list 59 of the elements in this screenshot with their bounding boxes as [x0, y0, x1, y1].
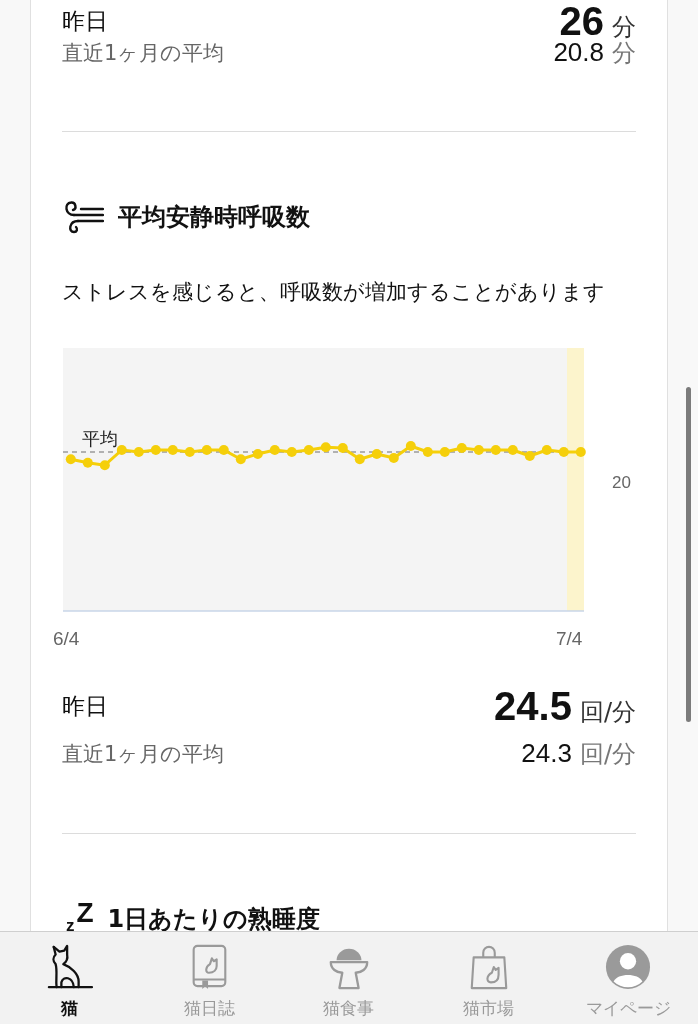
data-point [82, 457, 93, 468]
section-description: ストレスを感じると、呼吸数が増加することがあります [62, 279, 606, 306]
data-point [456, 443, 467, 453]
data-point [269, 445, 280, 455]
data-point [558, 447, 569, 457]
cat-icon [46, 944, 93, 990]
data-point [65, 454, 76, 465]
yesterday-unit: 回/分 [579, 696, 636, 728]
yesterday-unit: 分 [612, 13, 636, 41]
data-point [286, 447, 297, 457]
data-point [252, 449, 263, 459]
avatar-icon [605, 944, 652, 990]
data-point [337, 443, 348, 453]
average-line-label: 平均 [82, 428, 118, 449]
yesterday-value: 24.5 [494, 683, 572, 729]
data-point [541, 445, 552, 455]
data-point [439, 447, 450, 457]
yesterday-value: 26 [559, 0, 604, 41]
data-point [405, 441, 416, 451]
section-title: 平均安静時呼吸数 [118, 203, 310, 231]
tab[interactable]: 猫市場 [418, 932, 559, 1024]
data-point [354, 454, 365, 465]
wind-icon [62, 200, 104, 234]
average-value: 24.3 [521, 738, 572, 769]
data-point [473, 445, 484, 455]
data-point [575, 447, 586, 457]
data-point [167, 445, 178, 455]
x-axis-label: 7/4 [556, 628, 583, 649]
yesterday-label: 昨日 [62, 7, 108, 35]
data-point [320, 442, 331, 453]
average-value: 20.8 [553, 38, 604, 68]
yesterday-label: 昨日 [62, 691, 108, 721]
y-axis-label: 20 [612, 473, 631, 492]
average-label: 直近1ヶ月の平均 [62, 741, 225, 768]
data-point [235, 454, 246, 465]
tab[interactable]: マイページ [558, 932, 698, 1024]
data-point [388, 453, 399, 463]
section-title: 1日あたりの熟睡度 [107, 905, 321, 931]
data-point [133, 447, 144, 457]
tab[interactable]: 猫日誌 [139, 932, 280, 1024]
data-point [524, 451, 535, 461]
tab[interactable]: 猫 [0, 932, 140, 1024]
x-axis-label: 6/4 [53, 628, 80, 649]
average-unit: 分 [612, 40, 636, 68]
data-point [371, 449, 382, 459]
average-label: 直近1ヶ月の平均 [62, 40, 225, 66]
scrollbar[interactable] [686, 387, 691, 722]
data-point [150, 445, 161, 455]
data-point [99, 460, 110, 471]
average-unit: 回/分 [579, 739, 636, 770]
data-point [201, 445, 212, 455]
data-point [422, 447, 433, 457]
data-point [184, 447, 195, 457]
data-point [218, 445, 229, 455]
tab[interactable]: 猫食事 [279, 932, 419, 1024]
data-point [507, 445, 518, 455]
data-point [303, 445, 314, 455]
data-point [490, 445, 501, 455]
data-point [116, 445, 127, 455]
